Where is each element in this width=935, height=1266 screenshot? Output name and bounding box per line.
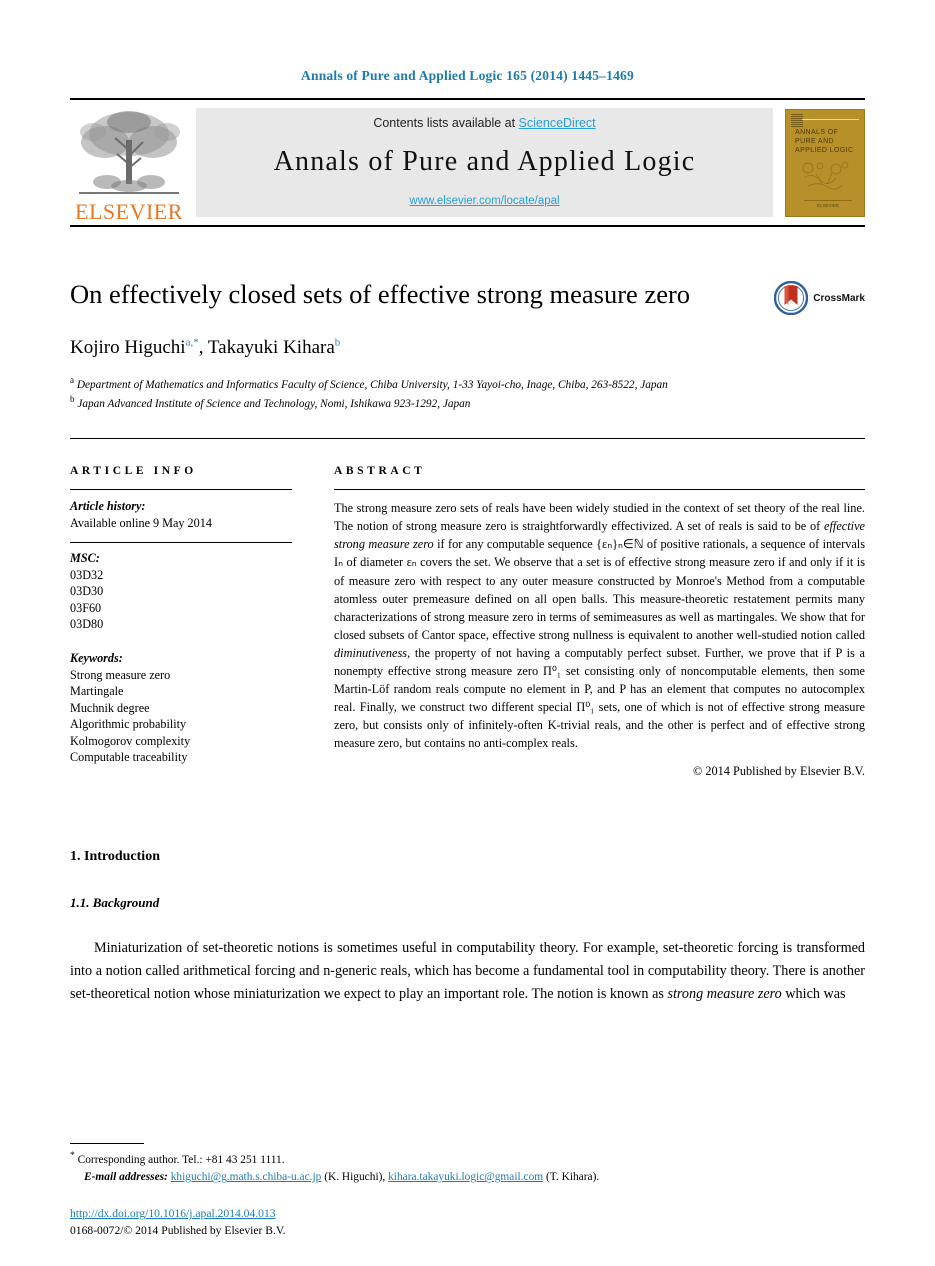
abstract-emph-2: diminutiveness [334, 645, 408, 660]
affiliation-b: b Japan Advanced Institute of Science an… [70, 393, 865, 412]
affiliation-list: a Department of Mathematics and Informat… [70, 374, 865, 412]
sciencedirect-link[interactable]: ScienceDirect [519, 116, 596, 130]
corresponding-author-mark: * [70, 1151, 75, 1162]
affiliation-b-mark: b [70, 394, 75, 405]
crossmark-label: CrossMark [813, 292, 865, 304]
abstract-column: ABSTRACT The strong measure zero sets of… [334, 465, 865, 779]
article-info-heading: ARTICLE INFO [70, 465, 197, 478]
keyword-item: Computable traceability [70, 749, 188, 764]
abstract-rule [334, 489, 865, 491]
journal-cover-thumbnail: ANNALS OF PURE AND APPLIED LOGIC ELSEVIE… [785, 108, 865, 217]
article-history-value: Available online 9 May 2014 [70, 516, 212, 531]
cover-title-line-2: PURE AND [795, 137, 834, 145]
cover-footer-text: ELSEVIER [804, 199, 852, 208]
keyword-item: Muchnik degree [70, 700, 150, 715]
keyword-item: Martingale [70, 684, 124, 699]
title-divider [70, 438, 865, 440]
email-owner-2: (T. Kihara). [543, 1171, 600, 1184]
abstract-part-2: if for any computable sequence {εₙ}ₙ∈ℕ o… [334, 537, 865, 642]
msc-code: 03D80 [70, 617, 104, 632]
cover-elsevier-mini-icon [791, 113, 803, 127]
abstract-part-3: , the property of not having a computabl… [334, 645, 865, 751]
contents-prefix: Contents lists available at [373, 116, 519, 130]
email-owner-1: (K. Higuchi), [321, 1171, 389, 1184]
introduction-paragraph: Miniaturization of set-theoretic notions… [70, 937, 865, 1006]
affiliation-b-text: Japan Advanced Institute of Science and … [77, 397, 471, 410]
abstract-text: The strong measure zero sets of reals ha… [334, 499, 865, 752]
abstract-part-1: The strong measure zero sets of reals ha… [334, 501, 865, 534]
cover-rule [801, 118, 860, 120]
cover-title: ANNALS OF PURE AND APPLIED LOGIC [795, 128, 859, 155]
affiliation-a-text: Department of Mathematics and Informatic… [76, 378, 668, 391]
article-history-label: Article history: [70, 499, 146, 514]
email-label: E-mail addresses: [84, 1171, 168, 1184]
section-heading-introduction: 1. Introduction [70, 849, 160, 865]
intro-text-tail: which was [781, 986, 846, 1003]
author-2: Takayuki Kiharab [208, 337, 340, 358]
paper-page: Annals of Pure and Applied Logic 165 (20… [0, 0, 935, 1266]
msc-code: 03D32 [70, 567, 104, 582]
introduction-section: 1. Introduction 1.1. Background Miniatur… [70, 849, 865, 1006]
author-list: Kojiro Higuchia,*, Takayuki Kiharab [70, 336, 865, 360]
affiliation-a: a Department of Mathematics and Informat… [70, 374, 865, 393]
msc-code: 03F60 [70, 600, 102, 615]
cover-title-line-3: APPLIED LOGIC [795, 146, 854, 154]
issn-copyright-line: 0168-0072/© 2014 Published by Elsevier B… [70, 1224, 286, 1238]
article-history-group: Article history: Available online 9 May … [70, 499, 292, 531]
subsection-heading-background: 1.1. Background [70, 895, 160, 911]
keyword-item: Kolmogorov complexity [70, 733, 191, 748]
author-1-marks: a,* [185, 336, 199, 349]
msc-label: MSC: [70, 550, 100, 565]
author-2-marks: b [334, 336, 341, 349]
keyword-item: Strong measure zero [70, 667, 171, 682]
running-head: Annals of Pure and Applied Logic 165 (20… [301, 68, 634, 83]
author-1-name: Kojiro Higuchi [70, 337, 186, 359]
author-2-name: Takayuki Kihara [207, 337, 335, 359]
author-1: Kojiro Higuchia,* [70, 337, 199, 358]
keyword-item: Algorithmic probability [70, 717, 187, 732]
corresponding-author-text: Corresponding author. Tel.: +81 43 251 1… [77, 1154, 285, 1167]
keywords-group: Keywords: Strong measure zero Martingale… [70, 651, 292, 766]
title-block: CrossMark On effectively closed sets of … [70, 279, 865, 412]
contents-line: Contents lists available at ScienceDirec… [373, 116, 595, 130]
footnote-rule [70, 1143, 144, 1145]
journal-homepage-link[interactable]: www.elsevier.com/locate/apal [409, 195, 559, 207]
article-info-rule [70, 489, 292, 491]
crossmark-icon [774, 281, 809, 315]
page-title: On effectively closed sets of effective … [70, 279, 691, 309]
journal-banner: Contents lists available at ScienceDirec… [196, 108, 773, 217]
abstract-heading: ABSTRACT [334, 465, 426, 478]
corresponding-author-note: * Corresponding author. Tel.: +81 43 251… [70, 1149, 865, 1169]
elsevier-wordmark: ELSEVIER [75, 199, 183, 224]
doi-link[interactable]: http://dx.doi.org/10.1016/j.apal.2014.04… [70, 1207, 276, 1220]
msc-group: MSC: 03D32 03D30 03F60 03D80 [70, 551, 292, 633]
email-link-kihara[interactable]: kihara.takayuki.logic@gmail.com [388, 1171, 543, 1183]
elsevier-logo: ELSEVIER [70, 100, 188, 225]
cover-artwork-icon [802, 161, 849, 189]
email-link-higuchi[interactable]: khiguchi@g.math.s.chiba-u.ac.jp [171, 1171, 322, 1183]
keywords-label: Keywords: [70, 650, 123, 665]
msc-code: 03D30 [70, 584, 104, 599]
msc-divider [70, 541, 292, 543]
intro-emph: strong measure zero [667, 986, 782, 1003]
doi-block: http://dx.doi.org/10.1016/j.apal.2014.04… [70, 1206, 865, 1240]
article-info-column: ARTICLE INFO Article history: Available … [70, 465, 292, 779]
crossmark-badge[interactable]: CrossMark [774, 281, 865, 315]
journal-masthead: ELSEVIER Contents lists available at Sci… [70, 98, 865, 227]
elsevier-tree-icon [77, 108, 181, 200]
info-abstract-row: ARTICLE INFO Article history: Available … [70, 465, 865, 779]
affiliation-a-mark: a [70, 375, 74, 386]
cover-title-line-1: ANNALS OF [795, 128, 839, 136]
abstract-copyright: © 2014 Published by Elsevier B.V. [692, 764, 865, 779]
journal-title: Annals of Pure and Applied Logic [273, 145, 696, 177]
email-note: E-mail addresses: khiguchi@g.math.s.chib… [70, 1169, 865, 1186]
page-footer: * Corresponding author. Tel.: +81 43 251… [70, 1143, 865, 1240]
author-separator: , [198, 337, 208, 359]
